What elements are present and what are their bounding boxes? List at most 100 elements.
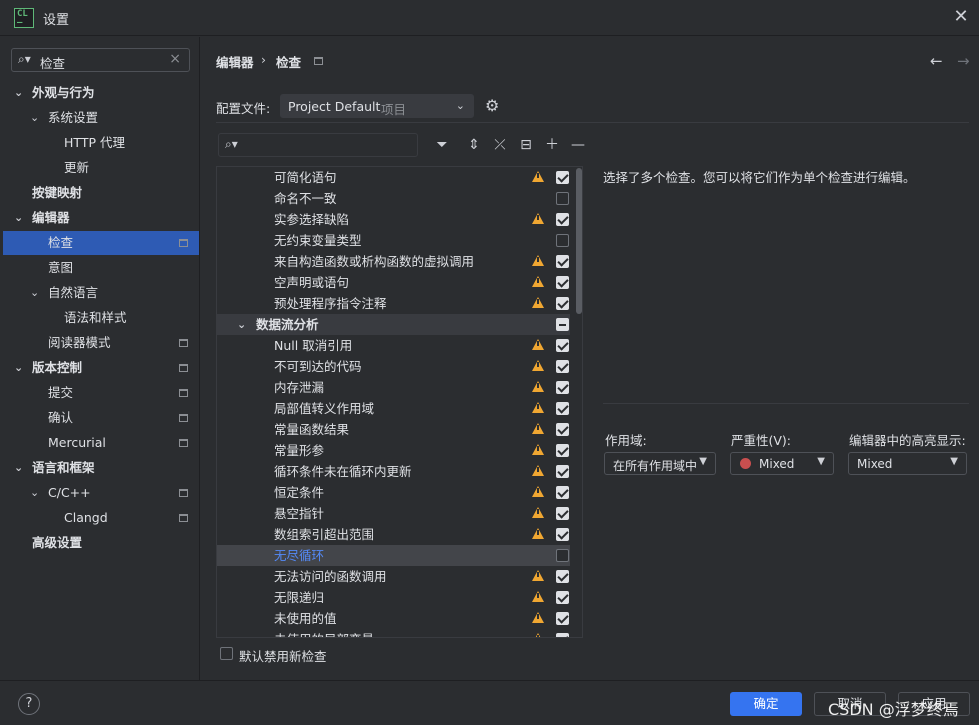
sidebar-item[interactable]: ⌄ 外观与行为	[3, 81, 199, 105]
inspection-checkbox[interactable]	[556, 213, 569, 226]
severity-dropdown[interactable]: Mixed ▼	[730, 452, 834, 475]
settings-search-input[interactable]: ⌕▾ 检查 ×	[11, 48, 190, 72]
inspection-row[interactable]: 局部值转义作用域	[217, 398, 570, 419]
inspection-filter-input[interactable]: ⌕▾	[218, 133, 418, 157]
inspection-row[interactable]: 恒定条件	[217, 482, 570, 503]
inspection-row[interactable]: 来自构造函数或析构函数的虚拟调用	[217, 251, 570, 272]
inspection-row[interactable]: 无尽循环	[217, 545, 570, 566]
chevron-down-icon[interactable]: ⌄	[14, 81, 23, 105]
chevron-down-icon[interactable]: ⌄	[14, 206, 23, 230]
close-window-button[interactable]: ✕	[949, 6, 973, 30]
remove-icon[interactable]: —	[568, 135, 588, 155]
inspection-row[interactable]: 悬空指针	[217, 503, 570, 524]
inspection-checkbox[interactable]	[556, 423, 569, 436]
sidebar-item[interactable]: ⌄ 自然语言	[3, 281, 199, 305]
inspection-row[interactable]: 命名不一致	[217, 188, 570, 209]
list-scrollbar[interactable]	[576, 168, 582, 314]
collapse-all-icon[interactable]: ⤫	[490, 135, 510, 155]
clear-search-icon[interactable]: ×	[169, 51, 181, 67]
help-button[interactable]: ?	[18, 693, 40, 715]
inspection-label: 无约束变量类型	[274, 233, 362, 248]
sidebar-item[interactable]: 确认	[3, 406, 199, 430]
inspection-row[interactable]: 预处理程序指令注释	[217, 293, 570, 314]
chevron-down-icon[interactable]: ⌄	[30, 106, 39, 130]
sidebar-item[interactable]: ⌄ 编辑器	[3, 206, 199, 230]
chevron-down-icon[interactable]: ⌄	[30, 481, 39, 505]
reset-icon[interactable]: ⊟	[516, 135, 536, 155]
inspection-checkbox[interactable]	[556, 633, 569, 637]
gear-icon[interactable]: ⚙	[485, 96, 499, 115]
inspection-row[interactable]: 内存泄漏	[217, 377, 570, 398]
sidebar-item[interactable]: 提交	[3, 381, 199, 405]
inspection-row[interactable]: 常量函数结果	[217, 419, 570, 440]
inspection-checkbox[interactable]	[556, 360, 569, 373]
inspection-row[interactable]: 数组索引超出范围	[217, 524, 570, 545]
inspection-checkbox[interactable]	[556, 570, 569, 583]
sidebar-item[interactable]: 意图	[3, 256, 199, 280]
panel-divider	[199, 37, 200, 680]
inspection-checkbox[interactable]	[556, 528, 569, 541]
sidebar-item[interactable]: 阅读器模式	[3, 331, 199, 355]
inspection-checkbox[interactable]	[556, 486, 569, 499]
inspection-checkbox[interactable]	[556, 381, 569, 394]
scope-dropdown[interactable]: 在所有作用域中 ▼	[604, 452, 716, 475]
sidebar-item[interactable]: ⌄ C/C++	[3, 481, 199, 505]
chevron-down-icon[interactable]: ⌄	[237, 314, 246, 335]
sidebar-item[interactable]: Mercurial	[3, 431, 199, 455]
inspection-row[interactable]: 常量形参	[217, 440, 570, 461]
highlight-dropdown[interactable]: Mixed ▼	[848, 452, 967, 475]
breadcrumb-separator: ›	[261, 52, 266, 67]
sidebar-item[interactable]: 按键映射	[3, 181, 199, 205]
inspection-row[interactable]: 未使用的局部变量	[217, 629, 570, 637]
add-icon[interactable]: ＋	[542, 135, 562, 155]
inspection-row[interactable]: 无约束变量类型	[217, 230, 570, 251]
sidebar-item[interactable]: 高级设置	[3, 531, 199, 555]
inspection-checkbox[interactable]	[556, 192, 569, 205]
chevron-down-icon[interactable]: ⌄	[14, 456, 23, 480]
inspection-row[interactable]: 空声明或语句	[217, 272, 570, 293]
inspection-row[interactable]: Null 取消引用	[217, 335, 570, 356]
sidebar-item[interactable]: 语法和样式	[3, 306, 199, 330]
profile-select[interactable]: Project Default 项目 ⌄	[280, 94, 474, 118]
breadcrumb-editor[interactable]: 编辑器	[216, 52, 254, 71]
chevron-down-icon[interactable]: ⌄	[30, 281, 39, 305]
inspection-checkbox[interactable]	[556, 318, 569, 331]
inspection-checkbox[interactable]	[556, 171, 569, 184]
inspection-row[interactable]: 未使用的值	[217, 608, 570, 629]
sidebar-item[interactable]: ⌄ 系统设置	[3, 106, 199, 130]
sidebar-item[interactable]: 检查	[3, 231, 199, 255]
sidebar-item[interactable]: ⌄ 语言和框架	[3, 456, 199, 480]
inspection-checkbox[interactable]	[556, 255, 569, 268]
inspection-row[interactable]: 实参选择缺陷	[217, 209, 570, 230]
warning-icon	[532, 402, 544, 413]
inspection-checkbox[interactable]	[556, 612, 569, 625]
inspection-row[interactable]: 无限递归	[217, 587, 570, 608]
default-disable-checkbox[interactable]	[220, 647, 233, 660]
inspection-group[interactable]: ⌄ 数据流分析	[217, 314, 570, 335]
inspection-checkbox[interactable]	[556, 402, 569, 415]
sidebar-item[interactable]: 更新	[3, 156, 199, 180]
chevron-down-icon: ▼	[817, 456, 825, 467]
filter-icon[interactable]: ⏷	[432, 135, 452, 155]
inspection-row[interactable]: 可简化语句	[217, 167, 570, 188]
sidebar-item[interactable]: HTTP 代理	[3, 131, 199, 155]
inspection-checkbox[interactable]	[556, 465, 569, 478]
forward-arrow-icon[interactable]: →	[957, 52, 970, 70]
inspection-checkbox[interactable]	[556, 507, 569, 520]
inspection-row[interactable]: 不可到达的代码	[217, 356, 570, 377]
ok-button[interactable]: 确定	[730, 692, 802, 716]
inspection-checkbox[interactable]	[556, 339, 569, 352]
chevron-down-icon[interactable]: ⌄	[14, 356, 23, 380]
inspection-checkbox[interactable]	[556, 276, 569, 289]
back-arrow-icon[interactable]: ←	[930, 52, 943, 70]
inspection-checkbox[interactable]	[556, 549, 569, 562]
inspection-row[interactable]: 无法访问的函数调用	[217, 566, 570, 587]
inspection-row[interactable]: 循环条件未在循环内更新	[217, 461, 570, 482]
inspection-checkbox[interactable]	[556, 297, 569, 310]
expand-all-icon[interactable]: ⇕	[464, 135, 484, 155]
sidebar-item[interactable]: ⌄ 版本控制	[3, 356, 199, 380]
inspection-checkbox[interactable]	[556, 591, 569, 604]
inspection-checkbox[interactable]	[556, 444, 569, 457]
inspection-checkbox[interactable]	[556, 234, 569, 247]
sidebar-item[interactable]: Clangd	[3, 506, 199, 530]
